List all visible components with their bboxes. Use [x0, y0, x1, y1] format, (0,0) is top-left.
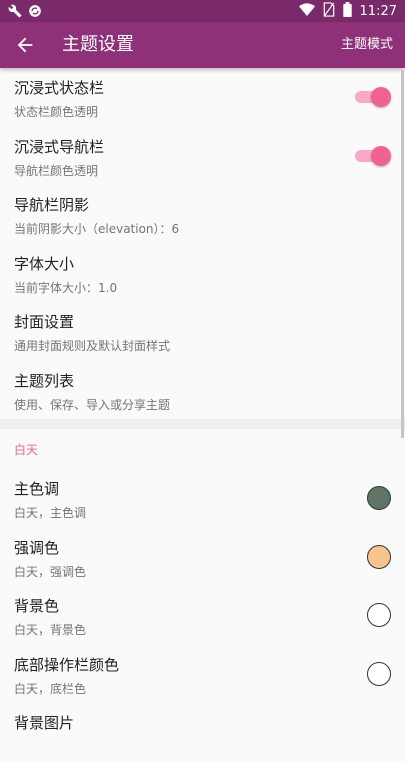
bottom-bar-color-setting[interactable]: 底部操作栏颜色 白天，底栏色 [0, 645, 405, 704]
no-sim-icon [323, 2, 335, 21]
setting-subtitle: 白天，底栏色 [14, 681, 87, 696]
section-label: 白天 [14, 443, 39, 457]
setting-title: 沉浸式状态栏 [14, 79, 105, 97]
primary-color-setting[interactable]: 主色调 白天，主色调 [0, 469, 405, 528]
wifi-icon [298, 2, 315, 21]
setting-title: 背景图片 [14, 714, 75, 732]
switch-thumb [371, 145, 391, 166]
setting-title: 导航栏阴影 [14, 196, 90, 214]
arrow-left-icon[interactable] [14, 34, 36, 56]
page-title: 主题设置 [62, 34, 134, 55]
immersive-nav-bar-setting[interactable]: 沉浸式导航栏 导航栏颜色透明 [0, 127, 405, 186]
setting-title: 背景色 [14, 597, 60, 615]
setting-title: 字体大小 [14, 254, 75, 273]
theme-list-setting[interactable]: 主题列表 使用、保存、导入或分享主题 [0, 361, 405, 420]
app-toolbar: 主题设置 主题模式 [0, 22, 405, 68]
background-image-setting[interactable]: 背景图片 [0, 703, 405, 762]
setting-subtitle: 状态栏颜色透明 [14, 105, 99, 119]
status-bar: 11:27 [0, 0, 405, 22]
switch-thumb [371, 87, 391, 107]
font-size-setting[interactable]: 字体大小 当前字体大小：1.0 [0, 244, 405, 303]
sync-icon [28, 3, 42, 22]
setting-title: 主题列表 [14, 371, 75, 390]
color-swatch[interactable] [367, 486, 391, 510]
scrollbar[interactable] [401, 70, 404, 438]
setting-subtitle: 通用封面规则及默认封面样式 [14, 339, 171, 353]
setting-title: 主色调 [14, 480, 60, 498]
setting-title: 底部操作栏颜色 [14, 655, 120, 674]
wrench-icon [8, 3, 22, 22]
setting-subtitle: 白天，背景色 [14, 623, 87, 637]
theme-mode-button[interactable]: 主题模式 [341, 22, 393, 68]
nav-shadow-setting[interactable]: 导航栏阴影 当前阴影大小（elevation）：6 [0, 185, 405, 244]
setting-title: 强调色 [14, 538, 60, 557]
background-color-setting[interactable]: 背景色 白天，背景色 [0, 586, 405, 645]
setting-title: 封面设置 [14, 313, 75, 331]
setting-subtitle: 使用、保存、导入或分享主题 [14, 397, 171, 412]
color-swatch[interactable] [367, 544, 391, 569]
setting-subtitle: 当前字体大小：1.0 [14, 280, 118, 295]
immersive-status-bar-setting[interactable]: 沉浸式状态栏 状态栏颜色透明 [0, 68, 405, 127]
cover-setting[interactable]: 封面设置 通用封面规则及默认封面样式 [0, 302, 405, 361]
setting-subtitle: 当前阴影大小（elevation）：6 [14, 222, 180, 236]
section-divider [0, 419, 405, 429]
immersive-status-toggle[interactable] [355, 87, 391, 107]
setting-subtitle: 白天，强调色 [14, 564, 87, 579]
color-swatch[interactable] [367, 603, 391, 627]
color-swatch[interactable] [367, 661, 391, 686]
setting-subtitle: 白天，主色调 [14, 506, 87, 520]
day-section-header: 白天 [0, 429, 405, 469]
immersive-nav-toggle[interactable] [355, 145, 391, 166]
accent-color-setting[interactable]: 强调色 白天，强调色 [0, 528, 405, 587]
setting-title: 沉浸式导航栏 [14, 137, 105, 156]
settings-list: 沉浸式状态栏 状态栏颜色透明 沉浸式导航栏 导航栏颜色透明 导航栏阴影 当前阴影… [0, 68, 405, 762]
battery-icon [342, 2, 352, 21]
clock: 11:27 [359, 3, 397, 19]
setting-subtitle: 导航栏颜色透明 [14, 163, 99, 178]
